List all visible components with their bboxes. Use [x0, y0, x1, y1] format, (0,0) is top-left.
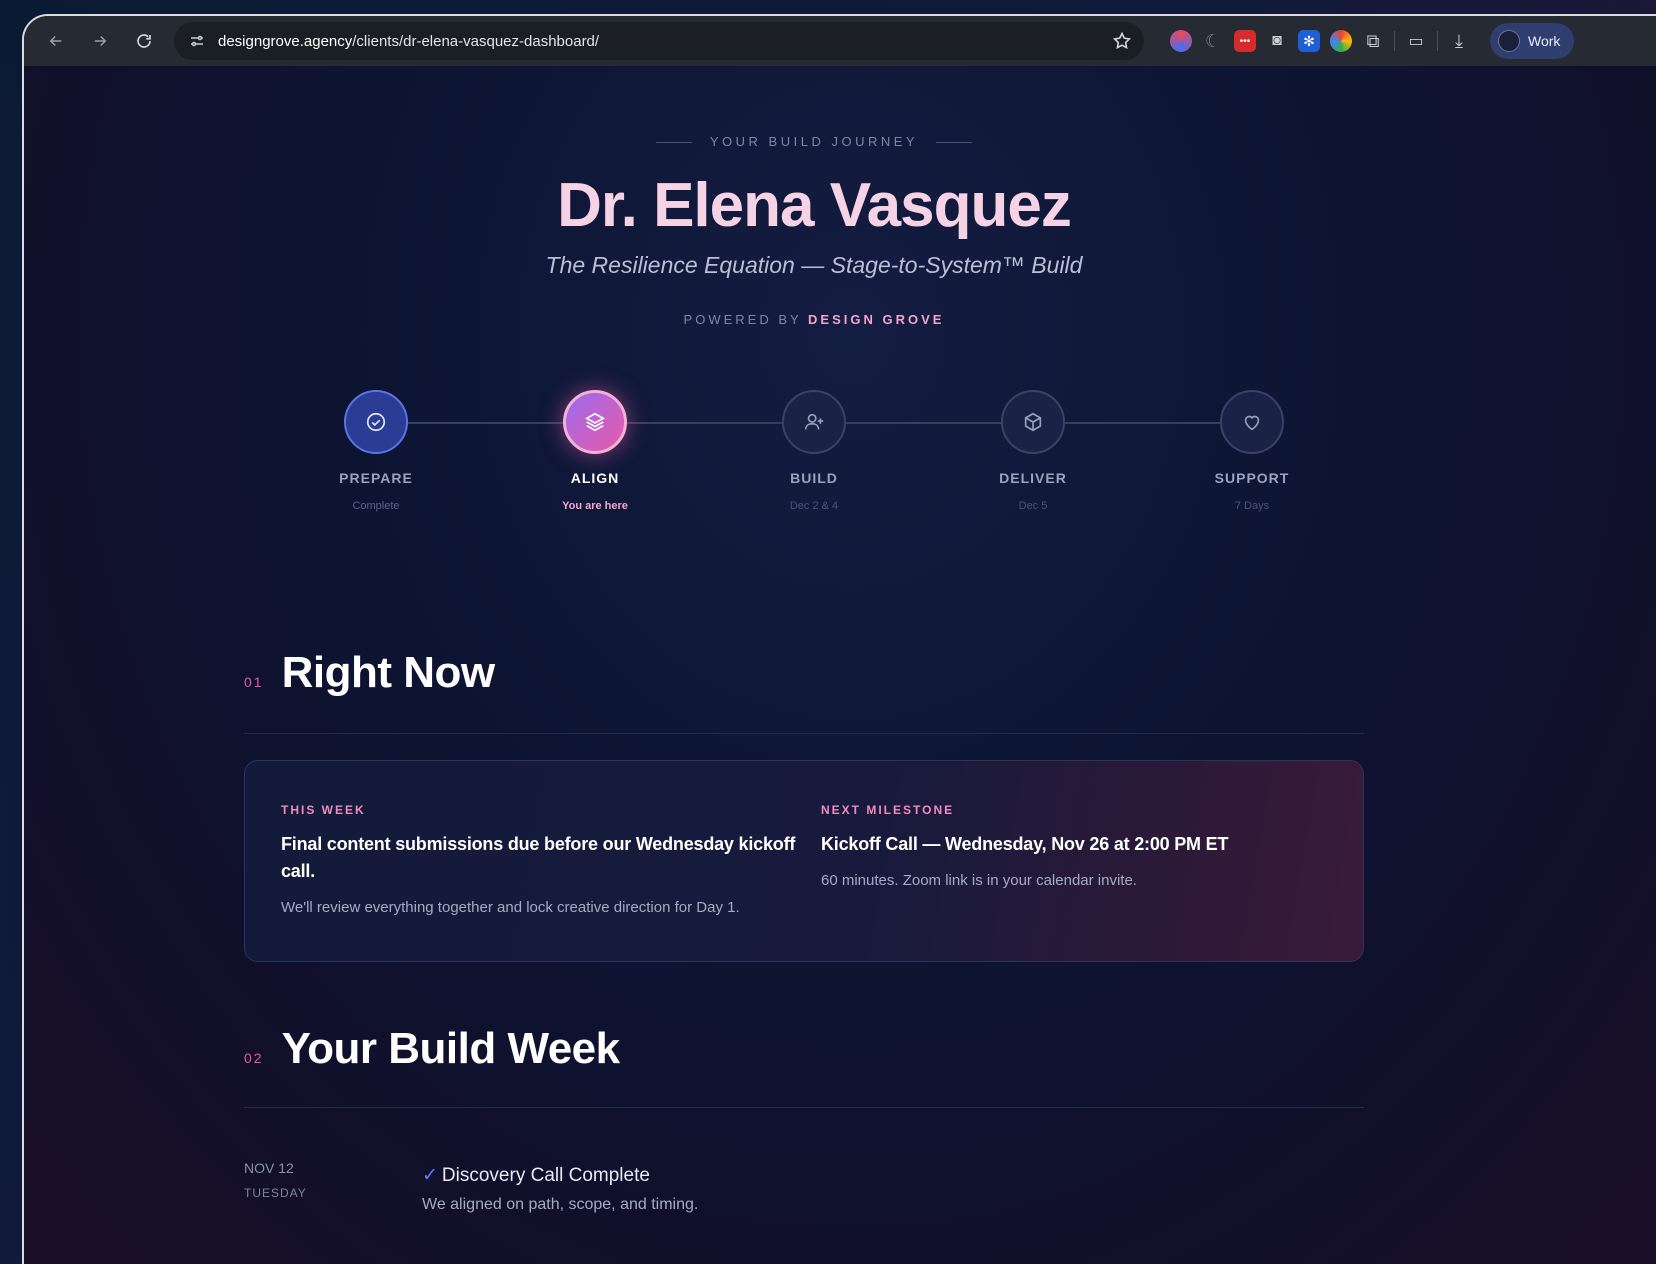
extensions-row: ☾ ••• ◙ ✻ ⧉ ▭ ⤓	[1170, 30, 1470, 52]
browser-toolbar: designgrove.agency/clients/dr-elena-vasq…	[24, 16, 1656, 66]
card-note: 60 minutes. Zoom link is in your calenda…	[821, 872, 1137, 889]
timeline-desc: We aligned on path, scope, and timing.	[422, 1196, 699, 1213]
dots-ext-icon[interactable]: •••	[1234, 30, 1256, 52]
next-milestone-block: NEXT MILESTONE Kickoff Call — Wednesday,…	[821, 803, 1321, 889]
timeline-title-text: Discovery Call Complete	[441, 1165, 650, 1186]
back-button[interactable]	[38, 23, 74, 59]
user-plus-icon	[804, 413, 824, 430]
section-build-week-heading: 02 Your Build Week	[244, 1024, 620, 1074]
section-divider	[244, 1107, 1364, 1108]
step-label: PREPARE	[339, 470, 413, 486]
toolbar-divider	[1394, 31, 1395, 51]
timeline-title: ✓ Discovery Call Complete	[422, 1164, 650, 1187]
step-prepare-circle	[344, 390, 408, 454]
step-sub: You are here	[562, 500, 628, 512]
section-number: 01	[244, 674, 264, 690]
check-circle-icon	[366, 412, 386, 432]
timeline-date: NOV 12	[244, 1160, 294, 1176]
journey-stepper: PREPARE Complete ALIGN You are here BUIL…	[334, 386, 1294, 526]
card-main-text: Final content submissions due before our…	[281, 834, 796, 881]
tab-search-icon[interactable]: ▭	[1405, 30, 1427, 52]
forward-button[interactable]	[82, 23, 118, 59]
section-title: Right Now	[281, 648, 496, 697]
url-host: designgrove.agency	[218, 32, 353, 50]
reload-button[interactable]	[126, 23, 162, 59]
powered-brand[interactable]: DESIGN GROVE	[808, 312, 944, 327]
site-settings-icon[interactable]	[186, 30, 208, 52]
color-picker-icon[interactable]	[1170, 30, 1192, 52]
step-label: DELIVER	[999, 470, 1067, 486]
reload-icon	[137, 34, 151, 48]
step-deliver[interactable]: DELIVER Dec 5	[973, 386, 1093, 512]
step-align[interactable]: ALIGN You are here	[535, 386, 655, 512]
step-sub: 7 Days	[1234, 500, 1270, 512]
card-note: We'll review everything together and loc…	[281, 899, 740, 916]
chrome-ext-icon[interactable]	[1330, 30, 1352, 52]
step-label: ALIGN	[570, 470, 620, 486]
timeline-day: TUESDAY	[244, 1186, 307, 1200]
section-right-now-heading: 01 Right Now	[244, 648, 495, 698]
step-sub: Dec 5	[1018, 500, 1048, 512]
arrow-left-icon	[49, 35, 62, 47]
section-number: 02	[244, 1050, 264, 1066]
client-name: Dr. Elena Vasquez	[557, 171, 1072, 240]
toolbar-divider	[1437, 31, 1438, 51]
bookmark-star-icon[interactable]	[1112, 31, 1132, 51]
step-support[interactable]: SUPPORT 7 Days	[1192, 386, 1312, 512]
url-text[interactable]: designgrove.agency/clients/dr-elena-vasq…	[218, 33, 1112, 50]
powered-prefix: POWERED BY	[683, 312, 802, 327]
this-week-block: THIS WEEK Final content submissions due …	[281, 803, 801, 916]
box-icon	[1024, 412, 1042, 432]
gear-ext-icon[interactable]: ✻	[1298, 30, 1320, 52]
refresh-ext-icon[interactable]: ☾	[1202, 30, 1224, 52]
step-build[interactable]: BUILD Dec 2 & 4	[754, 386, 874, 512]
url-path: /clients/dr-elena-vasquez-dashboard/	[352, 32, 600, 50]
profile-label: Work	[1528, 33, 1561, 49]
browser-window: designgrove.agency/clients/dr-elena-vasq…	[22, 14, 1656, 1264]
card-main-text: Kickoff Call — Wednesday, Nov 26 at 2:00…	[821, 834, 1229, 854]
address-bar[interactable]: designgrove.agency/clients/dr-elena-vasq…	[174, 22, 1144, 60]
step-sub: Dec 2 & 4	[789, 500, 839, 512]
arrow-right-icon	[94, 35, 107, 47]
heart-icon	[1244, 415, 1260, 431]
step-deliver-circle	[1001, 390, 1065, 454]
card-eyebrow: THIS WEEK	[281, 803, 366, 817]
hero-eyebrow-text: YOUR BUILD JOURNEY	[709, 134, 919, 149]
section-title: Your Build Week	[281, 1024, 621, 1073]
project-tagline: The Resilience Equation — Stage-to-Syste…	[545, 252, 1083, 278]
section-divider	[244, 733, 1364, 734]
card-eyebrow: NEXT MILESTONE	[821, 803, 955, 817]
layers-icon	[585, 412, 605, 432]
step-label: SUPPORT	[1214, 470, 1290, 486]
puzzle-icon[interactable]: ⧉	[1362, 30, 1384, 52]
powered-by: POWERED BY DESIGN GROVE	[24, 312, 1604, 327]
right-now-card: THIS WEEK Final content submissions due …	[244, 760, 1364, 962]
step-support-circle	[1220, 390, 1284, 454]
hero-eyebrow: YOUR BUILD JOURNEY	[24, 134, 1604, 149]
avatar	[1498, 30, 1520, 52]
step-align-circle	[563, 390, 627, 454]
profile-button[interactable]: Work	[1490, 23, 1575, 59]
step-label: BUILD	[790, 470, 838, 486]
check-icon: ✓	[422, 1165, 438, 1186]
download-icon[interactable]: ⤓	[1448, 30, 1470, 52]
camera-icon[interactable]: ◙	[1266, 30, 1288, 52]
step-prepare[interactable]: PREPARE Complete	[316, 386, 436, 512]
step-build-circle	[782, 390, 846, 454]
step-sub: Complete	[352, 500, 400, 512]
